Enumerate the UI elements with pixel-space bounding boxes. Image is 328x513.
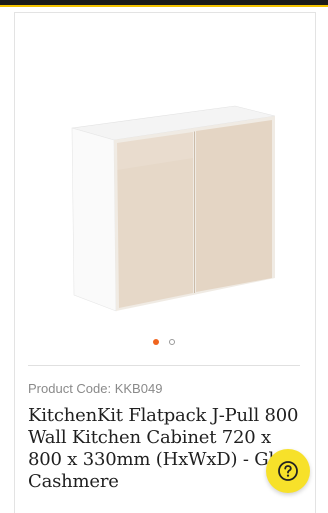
gallery-dot-2[interactable] [169,339,175,345]
section-divider [28,365,300,366]
header-accent-stripe [0,5,328,7]
help-button[interactable] [266,449,310,493]
product-image-gallery[interactable] [15,13,313,358]
question-circle-icon [278,461,298,481]
wall-cabinet-image [71,105,276,312]
top-header-bar [0,0,328,7]
product-title: KitchenKit Flatpack J-Pull 800 Wall Kitc… [28,405,303,492]
gallery-pagination [0,339,328,347]
gallery-dot-1[interactable] [153,339,159,345]
product-code: Product Code: KKB049 [28,381,163,396]
